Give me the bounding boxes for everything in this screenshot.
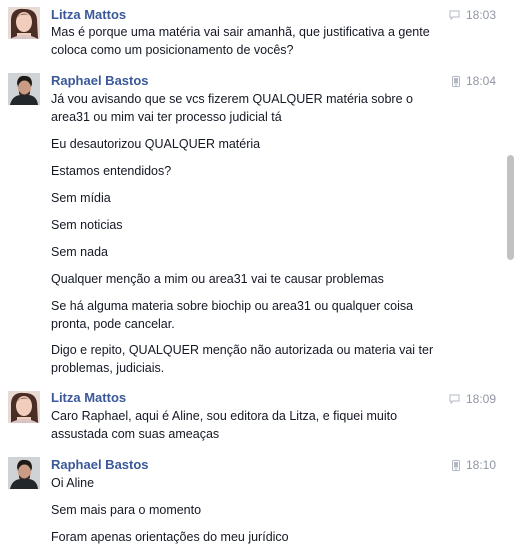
scrollbar[interactable]	[507, 0, 514, 558]
time-label: 18:09	[465, 392, 496, 406]
timestamp: 18:03	[449, 7, 496, 23]
message-line: area31 ou mim vai ter processo judicial …	[51, 110, 282, 124]
message-line: Estamos entendidos?	[51, 164, 172, 178]
message-line: Foram apenas orientações do meu jurídico	[51, 530, 289, 544]
message-line: problemas, judiciais.	[51, 361, 165, 375]
scrollbar-thumb[interactable]	[507, 155, 514, 260]
sender-name[interactable]: Litza Mattos	[51, 7, 126, 23]
time-label: 18:03	[465, 8, 496, 22]
timestamp: 18:04	[451, 73, 496, 89]
timestamp: 18:10	[451, 457, 496, 473]
time-label: 18:04	[465, 74, 496, 88]
mobile-icon	[451, 459, 460, 471]
message-line: Se há alguma materia sobre biochip ou ar…	[51, 299, 414, 313]
chat-icon	[449, 394, 460, 404]
avatar[interactable]	[8, 73, 40, 105]
avatar[interactable]	[8, 391, 40, 423]
timestamp: 18:09	[449, 391, 496, 407]
message-line: Caro Raphael, aqui é Aline, sou editora …	[51, 409, 398, 423]
sender-name[interactable]: Raphael Bastos	[51, 457, 149, 473]
message-line: Digo e repito, QUALQUER menção não autor…	[51, 343, 434, 357]
message-line: Mas é porque uma matéria vai sair amanhã…	[51, 25, 430, 39]
message-line: Sem mais para o momento	[51, 503, 202, 517]
avatar[interactable]	[8, 7, 40, 39]
avatar[interactable]	[8, 457, 40, 489]
message-line: Qualquer menção a mim ou area31 vai te c…	[51, 272, 384, 286]
sender-name[interactable]: Raphael Bastos	[51, 73, 149, 89]
message-line: Eu desautorizou QUALQUER matéria	[51, 137, 261, 151]
message-line: Oi Aline	[51, 476, 95, 490]
message-line: assustada com suas ameaças	[51, 427, 220, 441]
time-label: 18:10	[465, 458, 496, 472]
message-line: Sem mídia	[51, 191, 111, 205]
message-line: Já vou avisando que se vcs fizerem QUALQ…	[51, 92, 413, 106]
message-line: coloca como um posicionamento de vocês?	[51, 43, 294, 57]
message-line: pronta, pode cancelar.	[51, 317, 175, 331]
chat-icon	[449, 10, 460, 20]
mobile-icon	[451, 75, 460, 87]
message-line: Sem nada	[51, 245, 108, 259]
message-line: Sem noticias	[51, 218, 123, 232]
chat-thread: Litza Mattos 18:03 Mas é porque uma maté…	[0, 0, 518, 558]
sender-name[interactable]: Litza Mattos	[51, 390, 126, 406]
